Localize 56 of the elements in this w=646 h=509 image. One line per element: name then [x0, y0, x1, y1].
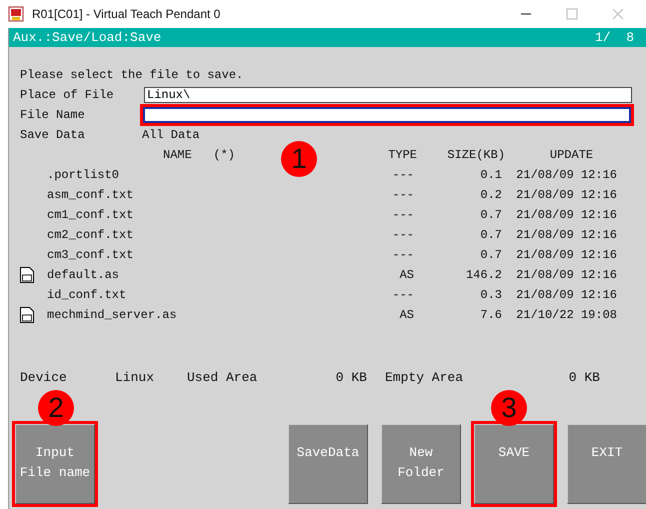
file-name[interactable]: asm_conf.txt: [47, 188, 347, 202]
table-cell-text: ---: [391, 248, 414, 262]
file-icon: [20, 267, 34, 283]
table-cell-text: 21/10/22 19:08: [515, 308, 617, 322]
file-name[interactable]: default.as: [47, 268, 347, 282]
table-cell-text: 0.1: [479, 168, 502, 182]
status-value: Linux: [115, 370, 156, 384]
table-cell-text: ---: [391, 188, 414, 202]
file-icon: [20, 307, 34, 323]
step-marker: 3: [491, 390, 527, 426]
table-cell-text: 21/08/09 12:16: [515, 208, 617, 222]
status-label: Empty Area: [385, 370, 464, 384]
table-cell-text: ---: [391, 288, 414, 302]
column-header: TYPE: [387, 148, 418, 162]
field-label: Save Data: [20, 128, 86, 142]
table-cell-text: 21/08/09 12:16: [515, 268, 617, 282]
file-name[interactable]: mechmind_server.as: [47, 308, 347, 322]
table-cell-text: 21/08/09 12:16: [515, 288, 617, 302]
table-cell-text: 0.2: [479, 188, 502, 202]
step-marker: 1: [281, 141, 317, 177]
column-header: NAME (*): [163, 148, 236, 162]
table-cell-text: 7.6: [479, 308, 502, 322]
file-name[interactable]: cm2_conf.txt: [47, 228, 347, 242]
table-cell-text: 21/08/09 12:16: [515, 168, 617, 182]
file-name[interactable]: id_conf.txt: [47, 288, 347, 302]
column-header: SIZE(KB): [446, 148, 506, 162]
table-cell-text: 146.2: [464, 268, 502, 282]
table-cell-text: 21/08/09 12:16: [515, 188, 617, 202]
page-indicator: 1/ 8: [594, 30, 634, 45]
file-name[interactable]: cm3_conf.txt: [47, 248, 347, 262]
table-cell-text: 21/08/09 12:16: [515, 248, 617, 262]
field-label: File Name: [20, 108, 86, 122]
app-icon: [8, 6, 24, 22]
file-name[interactable]: cm1_conf.txt: [47, 208, 347, 222]
table-cell-text: ---: [391, 168, 414, 182]
status-value: 0 KB: [568, 370, 600, 384]
table-cell-text: ---: [391, 208, 414, 222]
column-header: UPDATE: [548, 148, 594, 162]
status-value: 0 KB: [334, 370, 367, 384]
status-label: Device: [20, 370, 68, 384]
window-title: R01[C01] - Virtual Teach Pendant 0: [32, 7, 222, 21]
table-cell-text: 21/08/09 12:16: [515, 228, 617, 242]
field-label: Place of File: [20, 88, 115, 102]
table-cell-text: 0.7: [479, 228, 502, 242]
table-cell-text: AS: [398, 308, 414, 322]
table-cell-text: 0.7: [479, 208, 502, 222]
status-label: Used Area: [187, 370, 258, 384]
table-cell-text: AS: [398, 268, 414, 282]
field-value: All Data: [142, 128, 200, 142]
input-field[interactable]: Linux\: [144, 87, 632, 103]
prompt-text: Please select the file to save.: [20, 67, 244, 84]
table-cell-text: 0.3: [479, 288, 502, 302]
table-cell-text: ---: [391, 228, 414, 242]
step-marker: 2: [38, 390, 74, 426]
table-cell-text: 0.7: [479, 248, 502, 262]
screen-title: Aux.:Save/Load:Save: [13, 30, 162, 45]
